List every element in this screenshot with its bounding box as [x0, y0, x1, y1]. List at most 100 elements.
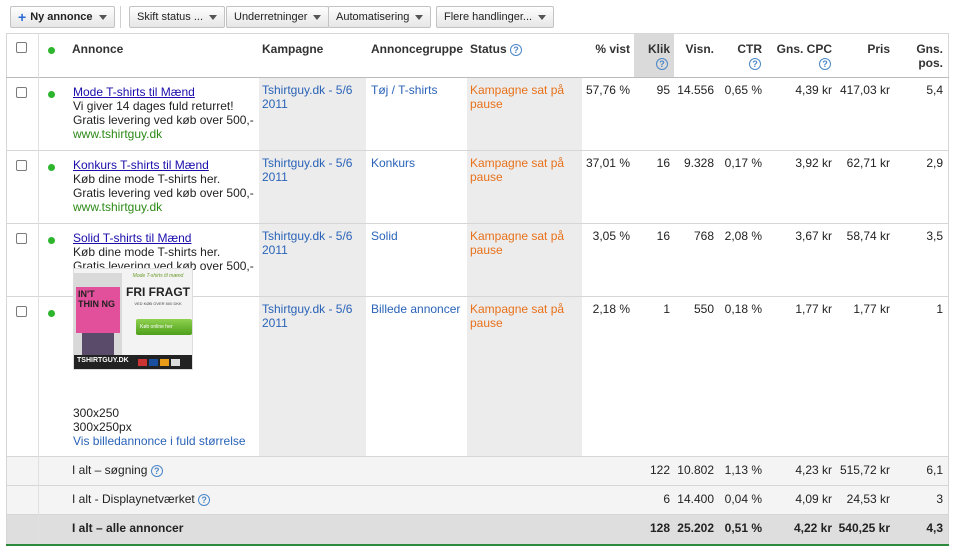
campaign-link[interactable]: Tshirtguy.dk - 5/6 2011: [262, 156, 362, 184]
status-dot-icon: [48, 237, 55, 244]
column-header-ad[interactable]: Annonce: [72, 42, 123, 56]
campaign-link[interactable]: Tshirtguy.dk - 5/6 2011: [262, 229, 362, 257]
campaign-link[interactable]: Tshirtguy.dk - 5/6 2011: [262, 83, 362, 111]
ad-line: Gratis levering ved køb over 500,-: [73, 186, 254, 200]
column-header-avg-cpc[interactable]: Gns. CPC: [766, 42, 832, 56]
column-header-impressions[interactable]: Visn.: [670, 42, 714, 56]
avg-cpc-value: 3,92 kr: [795, 156, 832, 170]
campaign-link[interactable]: Tshirtguy.dk - 5/6 2011: [262, 302, 362, 330]
ctr-value: 0,65 %: [724, 83, 762, 97]
chevron-down-icon: [538, 14, 547, 20]
image-ad-thumbnail[interactable]: IN'T THIN NG Mode T-shirts til mænd FRI …: [73, 268, 193, 370]
adgroup-link[interactable]: Konkurs: [371, 156, 466, 170]
chevron-down-icon: [98, 14, 107, 20]
avg-pos-value: 1: [936, 302, 943, 316]
impressions-value: 9.328: [683, 156, 714, 170]
pct-shown-value: 37,01 %: [585, 156, 630, 170]
ad-line: Gratis levering ved køb over 500,-: [73, 113, 254, 127]
adgroup-link[interactable]: Solid: [371, 229, 466, 243]
status-dot-icon: [48, 310, 55, 317]
total-clicks: 128: [649, 521, 670, 535]
banner-logo: TSHIRTGUY.DK: [77, 357, 129, 364]
pct-shown-value: 57,76 %: [585, 83, 630, 97]
help-icon[interactable]: ?: [749, 58, 761, 70]
clicks-value: 16: [656, 229, 670, 243]
column-header-ctr[interactable]: CTR: [720, 42, 762, 56]
ad-line: Køb dine mode T-shirts her.: [73, 172, 221, 186]
toolbar: + Ny annonce Skift status ... Underretni…: [0, 0, 955, 33]
total-impressions: 10.802: [677, 463, 714, 477]
adgroup-link[interactable]: Billede annoncer: [371, 302, 466, 316]
row-checkbox[interactable]: [16, 160, 27, 171]
avg-pos-value: 2,9: [926, 156, 943, 170]
more-actions-button[interactable]: Flere handlinger...: [436, 6, 555, 28]
ad-title-link[interactable]: Solid T-shirts til Mænd: [73, 231, 258, 245]
card-icon: [160, 359, 169, 366]
total-price: 24,53 kr: [846, 492, 890, 506]
clicks-value: 95: [656, 83, 670, 97]
avg-cpc-value: 1,77 kr: [795, 302, 832, 316]
column-header-status[interactable]: Status ?: [470, 42, 523, 56]
new-ad-button[interactable]: + Ny annonce: [10, 6, 115, 28]
status-text: Kampagne sat på pause: [470, 229, 565, 257]
select-all-checkbox[interactable]: [16, 42, 27, 53]
ad-display-url: www.tshirtguy.dk: [73, 200, 163, 214]
row-divider: [6, 456, 949, 457]
table-right-edge: [948, 33, 949, 544]
column-header-pct-shown[interactable]: % vist: [580, 42, 630, 56]
price-value: 58,74 kr: [846, 229, 890, 243]
clicks-value: 1: [663, 302, 670, 316]
header-top-line: [6, 33, 949, 34]
pct-shown-value: 3,05 %: [592, 229, 630, 243]
pct-shown-value: 2,18 %: [592, 302, 630, 316]
total-clicks: 122: [649, 463, 670, 477]
notifications-button[interactable]: Underretninger: [226, 6, 330, 28]
image-ad-size: 300x250: [73, 406, 120, 420]
banner-cta-button: Køb online her: [136, 319, 192, 335]
column-header-campaign[interactable]: Kampagne: [262, 42, 323, 56]
column-header-avg-pos[interactable]: Gns. pos.: [896, 42, 943, 70]
adgroup-link[interactable]: Tøj / T-shirts: [371, 83, 466, 97]
total-ctr: 0,04 %: [724, 492, 762, 506]
avg-pos-value: 5,4: [926, 83, 943, 97]
help-icon[interactable]: ?: [198, 493, 211, 506]
total-avg-pos: 3: [936, 492, 943, 506]
help-icon[interactable]: ?: [656, 58, 668, 70]
banner-footer: TSHIRTGUY.DK: [74, 355, 192, 369]
view-full-image-link[interactable]: Vis billedannonce i fuld størrelse: [73, 434, 258, 448]
banner-tagline: Mode T-shirts til mænd: [132, 273, 184, 279]
ad-line: Køb dine mode T-shirts her.: [73, 245, 221, 259]
row-checkbox[interactable]: [16, 87, 27, 98]
card-icon: [149, 359, 158, 366]
total-ctr: 0,51 %: [724, 521, 762, 535]
price-value: 417,03 kr: [839, 83, 890, 97]
ctr-value: 0,18 %: [724, 302, 762, 316]
ad-line: Vi giver 14 dages fuld returret!: [73, 99, 234, 113]
price-value: 1,77 kr: [853, 302, 890, 316]
column-header-clicks[interactable]: Klik: [634, 42, 670, 56]
banner-headline: FRI FRAGT: [126, 285, 190, 299]
impressions-value: 768: [693, 229, 714, 243]
column-header-adgroup[interactable]: Annoncegruppe: [371, 42, 463, 56]
status-dot-icon: [48, 164, 55, 171]
ad-title-link[interactable]: Konkurs T-shirts til Mænd: [73, 158, 258, 172]
change-status-button[interactable]: Skift status ...: [129, 6, 226, 28]
ad-title-link[interactable]: Mode T-shirts til Mænd: [73, 85, 258, 99]
campaign-column-shade: [259, 77, 366, 456]
row-checkbox[interactable]: [16, 233, 27, 244]
toolbar-divider: [120, 6, 121, 28]
total-label: I alt - Displaynetværket ?: [72, 492, 211, 506]
total-avg-cpc: 4,09 kr: [795, 492, 832, 506]
automation-button[interactable]: Automatisering: [328, 6, 432, 28]
row-checkbox[interactable]: [16, 306, 27, 317]
help-icon[interactable]: ?: [510, 43, 523, 56]
chevron-down-icon: [313, 14, 322, 20]
clicks-value: 16: [656, 156, 670, 170]
banner-subtext: VED KØB OVER 500 DKK: [134, 301, 182, 306]
avg-cpc-value: 3,67 kr: [795, 229, 832, 243]
help-icon[interactable]: ?: [150, 464, 163, 477]
ctr-value: 2,08 %: [724, 229, 762, 243]
help-icon[interactable]: ?: [819, 58, 831, 70]
column-header-price[interactable]: Pris: [836, 42, 890, 56]
plus-icon: +: [18, 9, 27, 25]
